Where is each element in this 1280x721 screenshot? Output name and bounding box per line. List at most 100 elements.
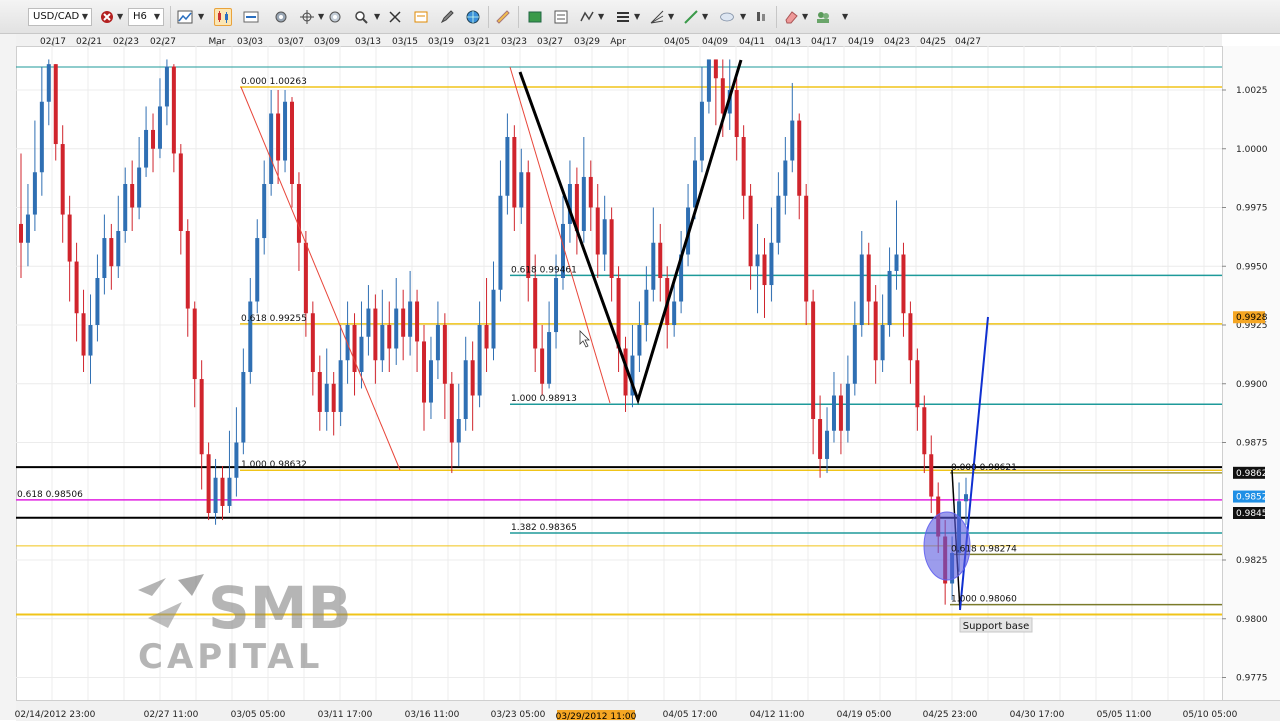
candle-body[interactable] (46, 64, 51, 102)
candle-body[interactable] (269, 113, 274, 185)
candle-body[interactable] (116, 231, 121, 267)
candle-body[interactable] (283, 101, 288, 161)
candle-body[interactable] (776, 195, 781, 243)
candle-body[interactable] (762, 254, 767, 286)
candle-body[interactable] (130, 184, 135, 208)
candle-body[interactable] (442, 325, 447, 384)
candle-body[interactable] (53, 64, 58, 145)
red-trend-line-2[interactable] (509, 66, 611, 404)
candle-body[interactable] (74, 261, 79, 314)
candle-body[interactable] (720, 78, 725, 114)
price-chart[interactable]: 0.000 1.002630.618 0.992551.000 0.986320… (0, 0, 1280, 720)
candle-body[interactable] (706, 59, 711, 102)
candle-body[interactable] (373, 308, 378, 361)
candle-body[interactable] (595, 207, 600, 255)
candle-body[interactable] (818, 419, 823, 459)
candle-body[interactable] (873, 301, 878, 361)
candle-body[interactable] (428, 360, 433, 403)
candle-body[interactable] (123, 184, 128, 231)
candle-body[interactable] (894, 254, 899, 271)
candle-body[interactable] (60, 144, 65, 215)
candle-body[interactable] (533, 278, 538, 349)
candle-body[interactable] (609, 219, 614, 278)
candle-body[interactable] (220, 477, 225, 506)
candle-body[interactable] (435, 325, 440, 361)
candle-body[interactable] (783, 160, 788, 196)
candle-body[interactable] (658, 242, 663, 278)
candle-body[interactable] (866, 254, 871, 302)
candle-body[interactable] (755, 254, 760, 267)
candle-body[interactable] (491, 289, 496, 349)
candle-body[interactable] (838, 395, 843, 431)
candle-body[interactable] (769, 242, 774, 286)
candle-body[interactable] (394, 308, 399, 349)
candle-body[interactable] (449, 383, 454, 443)
candle-body[interactable] (825, 430, 830, 459)
candle-body[interactable] (95, 278, 100, 325)
candle-body[interactable] (922, 407, 927, 455)
candle-body[interactable] (109, 238, 114, 267)
candle-body[interactable] (276, 113, 281, 161)
candle-body[interactable] (248, 301, 253, 373)
candle-body[interactable] (505, 137, 510, 196)
black-zigzag-line[interactable] (518, 59, 743, 405)
candle-body[interactable] (67, 214, 72, 262)
candle-body[interactable] (32, 172, 37, 215)
candle-body[interactable] (185, 231, 190, 309)
candle-body[interactable] (699, 101, 704, 161)
candle-body[interactable] (213, 477, 218, 513)
candle-body[interactable] (422, 341, 427, 403)
candle-body[interactable] (463, 360, 468, 419)
candle-body[interactable] (151, 129, 156, 149)
candle-body[interactable] (581, 176, 586, 231)
candle-body[interactable] (171, 66, 176, 154)
candle-body[interactable] (255, 238, 260, 302)
candle-body[interactable] (554, 278, 559, 333)
candle-body[interactable] (811, 301, 816, 420)
candle-body[interactable] (199, 379, 204, 455)
candle-body[interactable] (144, 129, 149, 168)
candle-body[interactable] (234, 442, 239, 478)
candle-body[interactable] (324, 383, 329, 412)
candle-body[interactable] (206, 454, 211, 513)
candle-body[interactable] (880, 325, 885, 361)
candle-body[interactable] (831, 395, 836, 431)
candle-body[interactable] (519, 172, 524, 208)
candle-body[interactable] (477, 325, 482, 396)
candle-body[interactable] (366, 308, 371, 337)
candle-body[interactable] (192, 308, 197, 380)
candle-body[interactable] (929, 454, 934, 497)
candle-body[interactable] (387, 325, 392, 349)
candle-body[interactable] (241, 372, 246, 443)
candle-body[interactable] (484, 325, 489, 349)
candle-body[interactable] (651, 242, 656, 290)
candle-body[interactable] (644, 289, 649, 325)
candle-body[interactable] (845, 383, 850, 431)
candle-body[interactable] (859, 254, 864, 326)
candle-body[interactable] (602, 219, 607, 255)
candle-body[interactable] (296, 184, 301, 243)
candle-body[interactable] (401, 308, 406, 337)
candle-body[interactable] (178, 153, 183, 231)
candle-body[interactable] (331, 383, 336, 412)
candle-body[interactable] (25, 214, 30, 243)
candle-body[interactable] (262, 184, 267, 239)
candle-body[interactable] (693, 160, 698, 208)
candle-body[interactable] (672, 301, 677, 326)
candle-body[interactable] (164, 66, 169, 107)
candle-body[interactable] (512, 137, 517, 208)
candle-body[interactable] (790, 120, 795, 161)
candle-body[interactable] (908, 313, 913, 361)
candle-body[interactable] (39, 101, 44, 173)
candle-body[interactable] (289, 101, 294, 184)
candle-body[interactable] (741, 137, 746, 196)
candle-body[interactable] (137, 167, 142, 208)
support-base-label[interactable]: Support base (959, 617, 1033, 633)
candle-body[interactable] (748, 195, 753, 267)
candle-body[interactable] (901, 254, 906, 314)
candle-body[interactable] (964, 494, 968, 502)
candle-body[interactable] (588, 176, 593, 208)
candle-body[interactable] (310, 313, 315, 372)
candle-body[interactable] (797, 120, 802, 196)
candle-body[interactable] (359, 336, 364, 372)
